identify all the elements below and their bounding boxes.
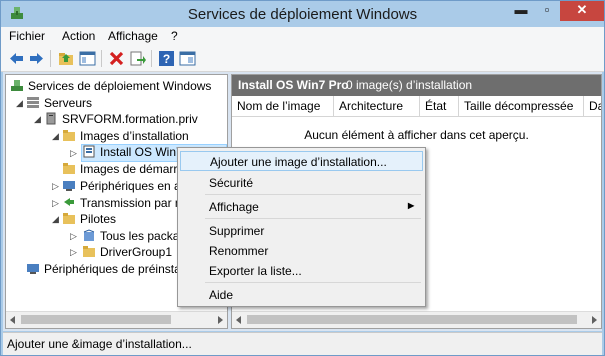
menu-item-help[interactable]: Aide	[180, 285, 423, 305]
toolbar: ?	[1, 47, 604, 72]
export-list-icon[interactable]	[129, 50, 146, 67]
tree-node-label: Périphériques de préinstalla	[44, 262, 193, 276]
servers-icon	[27, 97, 39, 108]
menu-item-label: Aide	[209, 288, 234, 302]
toolbar-separator	[151, 50, 152, 67]
forward-arrow-icon[interactable]	[28, 50, 45, 67]
menu-separator	[205, 194, 421, 195]
submenu-arrow-icon: ▶	[408, 201, 415, 210]
help-icon[interactable]: ?	[158, 50, 175, 67]
folder-icon	[63, 213, 75, 224]
column-header-date[interactable]: Da	[584, 96, 601, 117]
menu-item-delete[interactable]: Supprimer	[180, 221, 423, 241]
collapse-arrow-icon[interactable]: ◢	[34, 114, 41, 125]
status-text: Ajouter une &image d’installation...	[7, 337, 192, 351]
status-bar: Ajouter une &image d’installation...	[3, 332, 602, 355]
content-horizontal-scrollbar[interactable]	[232, 311, 601, 328]
expand-arrow-icon[interactable]: ▷	[70, 247, 77, 258]
menu-item-add-install-image[interactable]: Ajouter une image d’installation...	[180, 151, 423, 171]
tree-node-label: Serveurs	[44, 96, 93, 110]
collapse-arrow-icon[interactable]: ◢	[16, 98, 23, 109]
toolbar-separator	[50, 50, 51, 67]
main-window: Services de déploiement Windows ▬ ▫ ✕ Fi…	[0, 0, 605, 356]
folder-icon	[63, 130, 75, 141]
server-icon	[46, 112, 56, 125]
menu-item-label: Renommer	[209, 244, 269, 258]
devices-icon	[63, 181, 75, 191]
expand-arrow-icon[interactable]: ▷	[70, 148, 77, 159]
content-header: Install OS Win7 Pro 0 image(s) d’install…	[232, 75, 601, 96]
toolbar-separator	[101, 50, 102, 67]
menu-item-label: Sécurité	[209, 176, 254, 190]
content-header-count: 0 image(s) d’installation	[346, 78, 473, 92]
tree-node-label: Images de démarra	[80, 162, 185, 176]
menu-help[interactable]: ?	[171, 29, 178, 43]
image-group-icon	[83, 145, 95, 158]
properties-icon[interactable]	[179, 50, 196, 67]
menu-item-rename[interactable]: Renommer	[180, 241, 423, 261]
folder-icon	[83, 246, 95, 257]
tree-node-label: Images d’installation	[80, 129, 189, 143]
column-label: Nom de l’image	[237, 99, 321, 113]
expand-arrow-icon[interactable]: ▷	[70, 231, 77, 242]
menu-bar: Fichier Action Affichage ?	[1, 27, 604, 47]
title-bar[interactable]: Services de déploiement Windows ▬ ▫ ✕	[1, 1, 604, 27]
scroll-thumb[interactable]	[21, 315, 171, 324]
column-label: État	[425, 99, 447, 113]
menu-view[interactable]: Affichage	[108, 29, 158, 43]
tree-node-label: Pilotes	[80, 212, 117, 226]
menu-file[interactable]: Fichier	[9, 29, 45, 43]
context-menu: Ajouter une image d’installation... Sécu…	[177, 147, 426, 307]
menu-item-export-list[interactable]: Exporter la liste...	[180, 261, 423, 281]
show-hide-tree-icon[interactable]	[79, 50, 96, 67]
scroll-right-icon[interactable]	[216, 316, 224, 324]
back-arrow-icon[interactable]	[8, 50, 25, 67]
menu-item-security[interactable]: Sécurité	[180, 173, 423, 193]
devices-icon	[27, 264, 39, 274]
column-label: Architecture	[339, 99, 404, 113]
menu-item-label: Ajouter une image d’installation...	[210, 155, 387, 169]
multicast-icon	[64, 198, 74, 206]
delete-icon[interactable]	[108, 50, 125, 67]
column-header-size[interactable]: Taille décompressée	[459, 96, 584, 117]
tree-node-label: Périphériques en att	[80, 179, 188, 193]
menu-action[interactable]: Action	[62, 29, 95, 43]
tree-node-label: Transmission par m	[80, 196, 185, 210]
column-header-state[interactable]: État	[420, 96, 459, 117]
empty-list-message: Aucun élément à afficher dans cet aperçu…	[304, 128, 529, 142]
up-folder-icon[interactable]	[58, 50, 75, 67]
column-label: Da	[589, 99, 601, 113]
svg-text:?: ?	[163, 52, 170, 66]
content-header-title: Install OS Win7 Pro	[238, 78, 349, 92]
collapse-arrow-icon[interactable]: ◢	[52, 131, 59, 142]
minimize-button[interactable]: ▬	[508, 1, 534, 21]
expand-arrow-icon[interactable]: ▷	[52, 198, 59, 209]
maximize-button[interactable]: ▫	[534, 1, 560, 21]
close-button[interactable]: ✕	[560, 1, 604, 21]
column-label: Taille décompressée	[464, 99, 574, 113]
tree-node-label: SRVFORM.formation.priv	[62, 112, 198, 126]
collapse-arrow-icon[interactable]: ◢	[52, 214, 59, 225]
scroll-left-icon[interactable]	[235, 316, 243, 324]
scroll-left-icon[interactable]	[9, 316, 17, 324]
tree-node-label: Tous les packag	[100, 229, 187, 243]
column-header-architecture[interactable]: Architecture	[334, 96, 420, 117]
menu-item-view[interactable]: Affichage ▶	[180, 197, 423, 217]
scroll-right-icon[interactable]	[590, 316, 598, 324]
menu-item-label: Affichage	[209, 200, 259, 214]
wds-icon	[11, 80, 23, 91]
column-header-name[interactable]: Nom de l’image	[232, 96, 334, 117]
package-icon	[83, 229, 95, 241]
menu-separator	[205, 218, 421, 219]
tree-node-label: Services de déploiement Windows	[28, 79, 212, 93]
menu-item-label: Supprimer	[209, 224, 265, 238]
menu-item-label: Exporter la liste...	[209, 264, 302, 278]
scroll-thumb[interactable]	[247, 315, 577, 324]
tree-horizontal-scrollbar[interactable]	[6, 311, 227, 328]
folder-icon	[63, 163, 75, 174]
tree-node-label: DriverGroup1	[100, 245, 173, 259]
expand-arrow-icon[interactable]: ▷	[52, 181, 59, 192]
menu-separator	[205, 282, 421, 283]
